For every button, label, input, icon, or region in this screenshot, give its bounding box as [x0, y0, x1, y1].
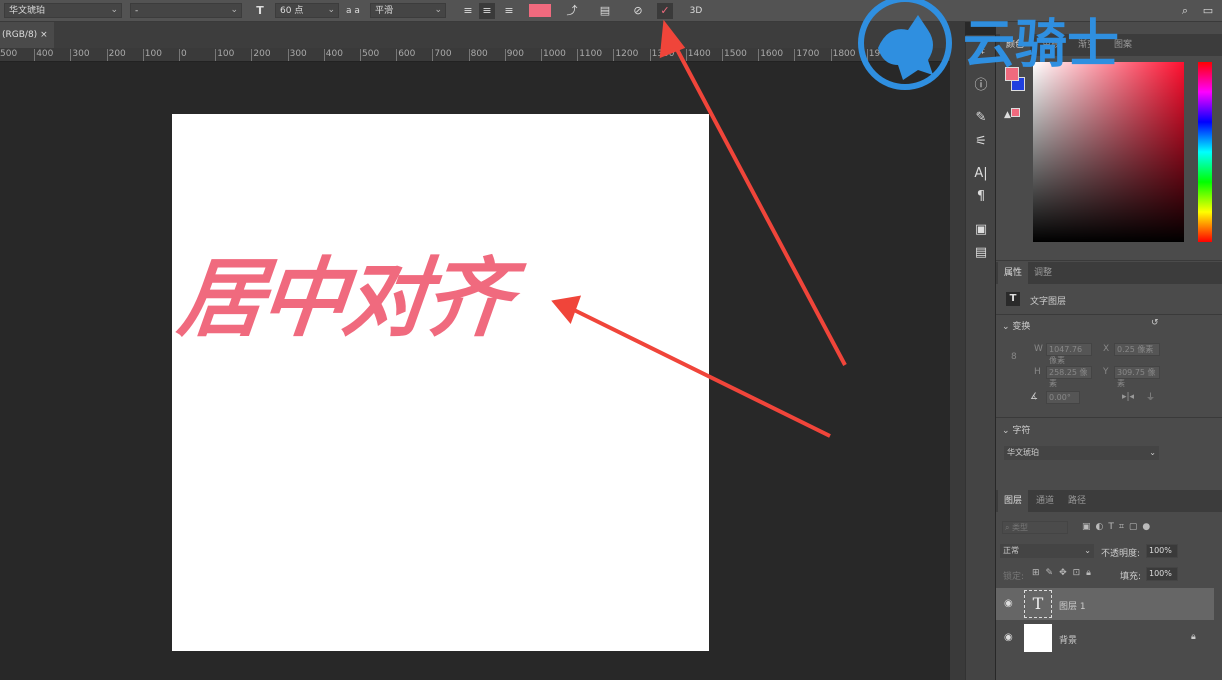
hue-slider[interactable] [1198, 62, 1212, 242]
properties-panel-tabs: 属性 调整 [996, 262, 1222, 284]
h-label: H [1034, 367, 1041, 377]
character-icon[interactable]: A| [972, 165, 990, 183]
history-icon[interactable]: ⌗ [972, 43, 990, 61]
opacity-label: 不透明度: [1101, 549, 1141, 559]
flip-vertical-icon[interactable]: ⏚ [1146, 390, 1155, 403]
arrow-to-commit-line [670, 39, 847, 366]
tab-patterns[interactable]: 图案 [1108, 34, 1138, 56]
tab-paths[interactable]: 路径 [1062, 490, 1092, 512]
notes-icon[interactable]: ▤ [972, 244, 990, 262]
w-label: W [1034, 344, 1043, 354]
character-font-dropdown[interactable]: 华文琥珀 ⌄ [1004, 446, 1159, 460]
panel-icon-strip: ⌗ ⓘ ✎ ⚟ A| ¶ ▣ ▤ [965, 35, 995, 680]
tab-gradients[interactable]: 渐变 [1072, 34, 1102, 56]
text-layer-icon: T [1006, 292, 1020, 306]
lock-icons[interactable]: ⊞✎✥⊡🔒︎ [1032, 568, 1097, 578]
layer-name: 图层 1 [1059, 602, 1086, 612]
blend-mode-dropdown[interactable]: 正常 ⌄ [1000, 544, 1094, 558]
reset-transform-icon[interactable]: ↺ [1151, 318, 1159, 328]
tab-channels[interactable]: 通道 [1030, 490, 1060, 512]
blend-mode-value: 正常 [1003, 546, 1019, 555]
gamut-warning-icon[interactable]: ▲ [1004, 108, 1020, 120]
angle-icon: ∡ [1030, 392, 1039, 402]
panel-divider[interactable] [950, 22, 965, 680]
layer-row-text[interactable]: ◉ T 图层 1 [996, 588, 1214, 620]
chevron-down-icon: ⌄ [1084, 546, 1091, 555]
right-panels: 颜色 色板 渐变 图案 ▲ 属性 调整 T 文字图层 ⌄ 变换 ↺ 8 W 10… [996, 22, 1222, 680]
y-label: Y [1103, 367, 1109, 377]
character-section-header[interactable]: ⌄ 字符 [1002, 423, 1030, 436]
layer-type-label: 文字图层 [1030, 297, 1067, 307]
foreground-color-swatch[interactable] [1005, 67, 1019, 81]
color-picker-field[interactable] [1033, 62, 1184, 242]
visibility-eye-icon[interactable]: ◉ [1004, 632, 1013, 643]
transform-title: 变换 [1012, 322, 1031, 332]
tab-adjustments[interactable]: 调整 [1028, 262, 1058, 284]
tab-layers[interactable]: 图层 [998, 490, 1029, 512]
layer-filter-icons[interactable]: ▣◐T⌗▢● [1082, 522, 1155, 532]
layer-filter-value: 类型 [1012, 523, 1029, 532]
layer-filter-dropdown[interactable]: ⌕ 类型 [1002, 521, 1068, 534]
text-layer-thumbnail: T [1024, 590, 1052, 618]
brush-presets-icon[interactable]: ✎ [972, 109, 990, 127]
color-panel-tabs: 颜色 色板 渐变 图案 [996, 34, 1222, 56]
paragraph-icon[interactable]: ¶ [972, 188, 990, 206]
character-title: 字符 [1012, 426, 1031, 436]
link-icon[interactable]: 8 [1011, 352, 1017, 362]
tab-properties[interactable]: 属性 [998, 262, 1029, 284]
info-icon[interactable]: ⓘ [972, 77, 990, 95]
visibility-eye-icon[interactable]: ◉ [1004, 598, 1013, 609]
y-field[interactable]: 309.75 像素 [1114, 366, 1160, 388]
fill-field[interactable]: 100% [1146, 567, 1178, 581]
arrow-to-text-head [551, 295, 582, 324]
background-layer-thumbnail [1024, 624, 1052, 652]
libraries-icon[interactable]: ▣ [972, 221, 990, 239]
fill-label: 填充: [1120, 572, 1142, 582]
layer-row-background[interactable]: ◉ 背景 🔒︎ [996, 622, 1214, 654]
lock-label: 锁定: [1003, 572, 1025, 582]
x-field[interactable]: 0.25 像素 [1114, 343, 1160, 356]
brush-settings-icon[interactable]: ⚟ [972, 133, 990, 151]
opacity-field[interactable]: 100% [1146, 544, 1178, 558]
layers-panel-tabs: 图层 通道 路径 [996, 490, 1222, 512]
character-font-value: 华文琥珀 [1007, 448, 1039, 457]
angle-field[interactable]: 0.00° [1046, 391, 1080, 404]
lock-icon: 🔒︎ [1191, 632, 1196, 642]
layer-name: 背景 [1059, 636, 1078, 646]
flip-horizontal-icon[interactable]: ▸|◂ [1122, 392, 1134, 402]
chevron-down-icon: ⌄ [1149, 448, 1156, 457]
tab-color[interactable]: 颜色 [1000, 34, 1031, 56]
x-label: X [1103, 344, 1110, 354]
width-field[interactable]: 1047.76 像素 [1046, 343, 1092, 365]
tab-swatches[interactable]: 色板 [1036, 34, 1066, 56]
transform-section-header[interactable]: ⌄ 变换 [1002, 319, 1030, 332]
arrow-to-text-line [569, 306, 831, 438]
height-field[interactable]: 258.25 像素 [1046, 366, 1092, 388]
